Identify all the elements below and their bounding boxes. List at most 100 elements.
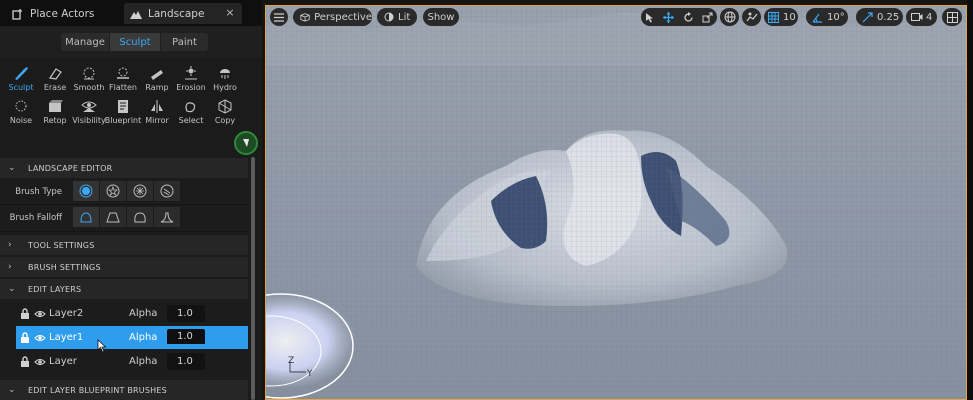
- tool-smooth[interactable]: Smooth: [72, 62, 106, 94]
- brush-type-circle-button[interactable]: [73, 181, 99, 201]
- surface-snap-button[interactable]: [742, 8, 761, 26]
- viewport-menu-button[interactable]: [270, 8, 288, 26]
- tool-ramp[interactable]: Ramp: [140, 62, 174, 94]
- ramp-icon: [151, 70, 163, 80]
- mode-manage-button[interactable]: Manage: [61, 33, 109, 51]
- tab-place-actors[interactable]: Place Actors: [6, 3, 122, 24]
- tool-blueprint-label: Blueprint: [104, 116, 142, 125]
- noise-icon: [15, 100, 27, 112]
- falloff-spherical-button[interactable]: [127, 207, 153, 227]
- layer-row-layer[interactable]: Layer Alpha 1.0: [16, 350, 248, 373]
- retop-icon: [49, 100, 63, 112]
- tool-select[interactable]: Select: [174, 95, 208, 127]
- lock-icon[interactable]: [20, 308, 30, 319]
- tool-smooth-label: Smooth: [73, 83, 105, 92]
- tab-landscape-label: Landscape: [148, 7, 205, 20]
- angle-snap-icon: [812, 13, 822, 23]
- chevron-down-icon: ⌄: [8, 385, 16, 395]
- tool-mirror[interactable]: Mirror: [140, 95, 174, 127]
- brush-type-component-button[interactable]: [154, 181, 180, 201]
- tool-ramp-label: Ramp: [145, 83, 169, 92]
- blueprint-icon: [118, 100, 128, 113]
- layer-alpha-label: Alpha: [129, 332, 158, 343]
- section-landscape-editor[interactable]: ⌄ LANDSCAPE EDITOR: [0, 158, 248, 178]
- grid-snap-icon: [768, 11, 779, 23]
- tool-hydro[interactable]: Hydro: [208, 62, 242, 94]
- maximize-viewport-button[interactable]: [942, 8, 962, 26]
- section-tool-settings[interactable]: › TOOL SETTINGS: [0, 235, 248, 255]
- smooth-icon: [83, 67, 95, 80]
- lock-icon[interactable]: [20, 356, 30, 367]
- layer-alpha-field[interactable]: 1.0: [167, 353, 205, 370]
- scale-snap-button[interactable]: 0.25: [856, 8, 903, 26]
- layer-name: Layer2: [49, 308, 84, 319]
- mode-sculpt-button[interactable]: Sculpt: [110, 33, 160, 51]
- close-tab-icon[interactable]: ×: [224, 6, 236, 20]
- section-brush-settings[interactable]: › BRUSH SETTINGS: [0, 257, 248, 277]
- copy-icon: [218, 99, 232, 114]
- chevron-down-icon: ⌄: [8, 284, 16, 294]
- eye-icon[interactable]: [34, 309, 46, 319]
- level-viewport[interactable]: Z Y: [265, 5, 967, 400]
- landscape-target-icon[interactable]: [233, 130, 259, 156]
- tool-noise[interactable]: Noise: [4, 95, 38, 127]
- mirror-icon: [151, 100, 163, 113]
- grid-snap-button[interactable]: 10: [764, 8, 798, 26]
- tool-blueprint[interactable]: Blueprint: [104, 95, 142, 127]
- layer-alpha-field[interactable]: 1.0: [167, 305, 205, 322]
- eye-icon[interactable]: [34, 357, 46, 367]
- tool-visibility[interactable]: Visibility: [72, 95, 106, 127]
- layer-name: Layer1: [49, 332, 84, 343]
- brush-type-alpha-button[interactable]: [100, 181, 126, 201]
- tool-erase[interactable]: Erase: [38, 62, 72, 94]
- perspective-cube-icon: [300, 13, 310, 22]
- brush-type-label: Brush Type: [15, 187, 62, 197]
- transform-tools-group: [641, 8, 717, 26]
- world-local-button[interactable]: [720, 8, 739, 26]
- tool-retop[interactable]: Retop: [38, 95, 72, 127]
- layer-row-layer1[interactable]: Layer1 Alpha 1.0: [16, 326, 248, 349]
- rotation-snap-button[interactable]: 10°: [806, 8, 848, 26]
- section-tool-settings-label: TOOL SETTINGS: [28, 240, 95, 250]
- layer-row-layer2[interactable]: Layer2 Alpha 1.0: [16, 302, 248, 325]
- tool-sculpt[interactable]: Sculpt: [4, 62, 38, 94]
- brush-type-buttons: [73, 181, 181, 201]
- lit-button[interactable]: Lit: [377, 8, 417, 26]
- tool-copy[interactable]: Copy: [208, 95, 242, 127]
- perspective-button[interactable]: Perspective: [293, 8, 372, 26]
- panel-scrollbar[interactable]: [251, 157, 255, 400]
- tool-erosion[interactable]: Erosion: [174, 62, 208, 94]
- show-button[interactable]: Show: [423, 8, 459, 26]
- perspective-label: Perspective: [314, 11, 372, 23]
- select-cursor-icon[interactable]: [645, 12, 655, 23]
- lit-label: Lit: [398, 11, 411, 23]
- falloff-linear-button[interactable]: [100, 207, 126, 227]
- flatten-icon: [117, 67, 129, 79]
- layer-alpha-field[interactable]: 1.0: [167, 329, 205, 346]
- scale-icon[interactable]: [702, 12, 713, 23]
- viewport-toolbar: Perspective Lit Show 10 10° 0.25 4: [265, 5, 973, 29]
- camera-speed-button[interactable]: 4: [906, 8, 937, 26]
- erosion-icon: [185, 66, 197, 80]
- place-actors-icon: [12, 8, 24, 20]
- falloff-tip-button[interactable]: [154, 207, 180, 227]
- section-edit-layer-blueprint-brushes[interactable]: ⌄ EDIT LAYER BLUEPRINT BRUSHES: [0, 380, 248, 400]
- section-landscape-editor-label: LANDSCAPE EDITOR: [28, 163, 113, 173]
- move-icon[interactable]: [663, 11, 675, 23]
- select-icon: [185, 102, 196, 113]
- eye-icon[interactable]: [34, 333, 46, 343]
- mode-paint-button[interactable]: Paint: [161, 33, 208, 51]
- brush-falloff-row: Brush Falloff: [0, 205, 248, 232]
- section-edit-layers[interactable]: ⌄ EDIT LAYERS: [0, 279, 248, 299]
- layer-name: Layer: [49, 356, 77, 367]
- star-brush-icon: [106, 184, 120, 198]
- lock-icon[interactable]: [20, 332, 30, 343]
- tool-flatten[interactable]: Flatten: [106, 62, 140, 94]
- tool-noise-label: Noise: [9, 116, 33, 125]
- hamburger-menu-icon: [274, 12, 284, 22]
- brush-type-pattern-button[interactable]: [127, 181, 153, 201]
- surface-snap-icon: [746, 12, 757, 22]
- rotate-icon[interactable]: [683, 11, 694, 23]
- falloff-linear-icon: [106, 212, 120, 223]
- falloff-smooth-button[interactable]: [73, 207, 99, 227]
